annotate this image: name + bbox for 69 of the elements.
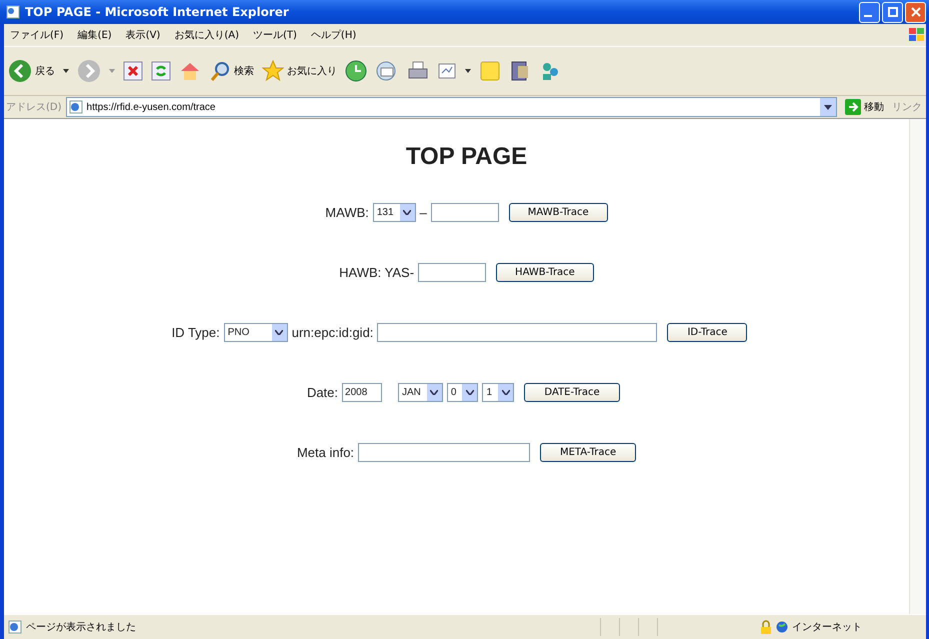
history-icon[interactable] [345, 60, 367, 82]
page-icon [68, 100, 83, 114]
caret-icon [502, 390, 510, 394]
trace-button[interactable]: META-Trace [540, 442, 636, 462]
trace-button[interactable]: DATE-Trace [524, 382, 620, 402]
minimize-button[interactable] [859, 2, 880, 22]
field-label: urn:epc:id:gid: [292, 324, 374, 340]
caret-icon [275, 330, 284, 334]
page-icon [8, 620, 22, 634]
field-label: Date: [306, 384, 338, 400]
dropdown[interactable]: JAN [398, 382, 443, 402]
forward-icon[interactable] [77, 59, 101, 83]
input-field[interactable] [358, 442, 530, 462]
dropdown[interactable]: 131 [372, 202, 416, 222]
menu-item[interactable]: お気に入り(A) [174, 28, 239, 42]
address-label: アドレス(D) [6, 101, 62, 114]
caret-icon [824, 104, 832, 110]
caret-icon [466, 390, 474, 394]
menu-item[interactable]: 表示(V) [126, 28, 160, 42]
close-button[interactable] [905, 2, 926, 22]
dropdown-button[interactable] [820, 98, 836, 116]
caret-icon [430, 390, 438, 394]
menu-item[interactable]: ツール(T) [253, 28, 297, 42]
maximize-icon [886, 6, 898, 18]
maximize-button[interactable] [882, 2, 903, 22]
home-icon[interactable] [179, 61, 201, 81]
arrow-icon [845, 99, 861, 115]
status-message: ページが表示されました [26, 620, 136, 634]
star-icon [262, 60, 284, 82]
dropdown[interactable]: 1 [482, 382, 514, 402]
lock-icon [760, 620, 772, 634]
menu-item[interactable]: 編集(E) [78, 28, 112, 42]
dropdown-arrow-icon[interactable] [465, 69, 471, 73]
favorites-button[interactable]: お気に入り [262, 60, 337, 82]
back-button[interactable]: 戻る [8, 59, 55, 83]
page-icon [6, 5, 20, 19]
windows-flag-icon [908, 27, 926, 43]
zone-label: インターネット [792, 621, 862, 634]
window-title: TOP PAGE - Microsoft Internet Explorer [25, 5, 289, 19]
go-button[interactable]: 移動 [841, 99, 888, 115]
search-button[interactable]: 検索 [209, 60, 254, 82]
input-field[interactable]: 2008 [342, 382, 382, 402]
dropdown[interactable]: PNO [224, 322, 288, 342]
dropdown-arrow-icon[interactable] [63, 69, 69, 73]
trace-button[interactable]: HAWB-Trace [496, 262, 594, 282]
field-label: MAWB: [325, 204, 369, 220]
close-icon [910, 6, 922, 18]
field-label: ID Type: [172, 324, 220, 340]
menu-item[interactable]: ファイル(F) [10, 28, 64, 42]
refresh-icon[interactable] [151, 61, 171, 81]
minimize-icon [864, 15, 872, 17]
dropdown[interactable]: 0 [446, 382, 478, 402]
globe-icon [776, 621, 788, 633]
stop-icon[interactable] [123, 61, 143, 81]
input-field[interactable] [377, 322, 658, 342]
input-field[interactable] [430, 202, 499, 222]
search-icon [209, 60, 231, 82]
scrollbar[interactable] [909, 119, 926, 614]
book-icon[interactable] [509, 60, 531, 82]
menu-item[interactable]: ヘルプ(H) [310, 28, 356, 42]
input-field[interactable] [418, 262, 486, 282]
field-label: HAWB: YAS- [339, 264, 414, 280]
page-heading: TOP PAGE [406, 143, 528, 171]
trace-button[interactable]: MAWB-Trace [508, 202, 608, 222]
field-label: – [420, 204, 427, 220]
address-field[interactable]: https://rfid.e-yusen.com/trace [66, 97, 837, 117]
trace-button[interactable]: ID-Trace [667, 322, 748, 342]
field-label: Meta info: [296, 444, 354, 460]
caret-icon [403, 210, 412, 214]
